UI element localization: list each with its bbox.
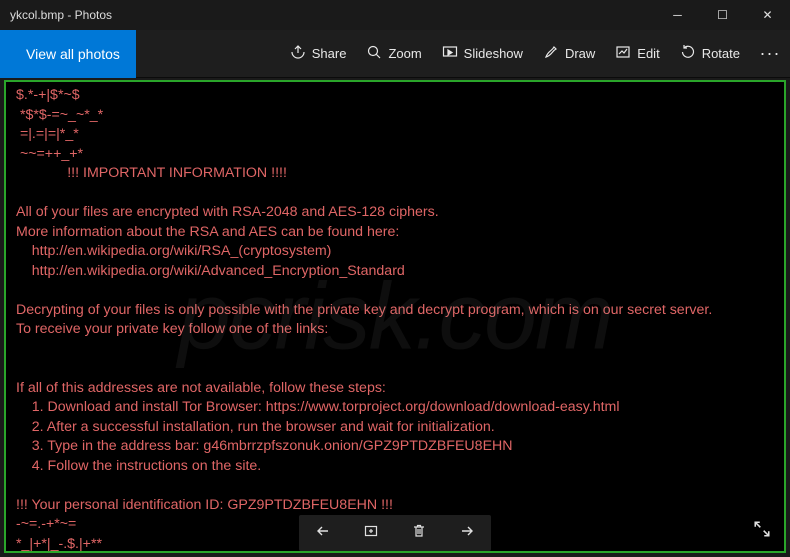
window-close-button[interactable]: ✕ (745, 0, 790, 30)
trash-icon (411, 523, 427, 544)
app-toolbar: View all photos Share Zoom Slideshow Dra… (0, 30, 790, 78)
previous-image-button[interactable] (299, 515, 347, 551)
view-all-label: View all photos (26, 46, 120, 62)
arrow-right-icon (459, 523, 475, 544)
zoom-label: Zoom (388, 46, 421, 61)
zoom-button[interactable]: Zoom (356, 30, 431, 78)
slideshow-label: Slideshow (464, 46, 523, 61)
window-title: ykcol.bmp - Photos (10, 8, 112, 22)
share-label: Share (312, 46, 347, 61)
edit-icon (615, 44, 631, 63)
share-icon (290, 44, 306, 63)
window-minimize-button[interactable]: ─ (655, 0, 700, 30)
add-to-album-button[interactable] (347, 515, 395, 551)
slideshow-button[interactable]: Slideshow (432, 30, 533, 78)
arrow-left-icon (315, 523, 331, 544)
window-maximize-button[interactable]: ☐ (700, 0, 745, 30)
next-image-button[interactable] (443, 515, 491, 551)
draw-button[interactable]: Draw (533, 30, 605, 78)
rotate-label: Rotate (702, 46, 740, 61)
draw-icon (543, 44, 559, 63)
window-controls: ─ ☐ ✕ (655, 0, 790, 30)
ransom-note-text: $.*-+|$*~$ *$*$-=~_~*_* =|.=|=|*_* ~~=++… (16, 86, 774, 553)
rotate-icon (680, 44, 696, 63)
slideshow-icon (442, 44, 458, 63)
more-options-button[interactable]: ··· (750, 30, 790, 78)
window-titlebar: ykcol.bmp - Photos ─ ☐ ✕ (0, 0, 790, 30)
image-viewport: pcrisk.com $.*-+|$*~$ *$*$-=~_~*_* =|.=|… (4, 80, 786, 553)
delete-button[interactable] (395, 515, 443, 551)
zoom-icon (366, 44, 382, 63)
fullscreen-button[interactable] (746, 515, 778, 547)
rotate-button[interactable]: Rotate (670, 30, 750, 78)
fullscreen-icon (753, 520, 771, 543)
edit-label: Edit (637, 46, 659, 61)
edit-button[interactable]: Edit (605, 30, 669, 78)
album-add-icon (363, 523, 379, 544)
draw-label: Draw (565, 46, 595, 61)
share-button[interactable]: Share (280, 30, 357, 78)
view-all-photos-button[interactable]: View all photos (0, 30, 136, 78)
bottom-nav-controls (299, 515, 491, 551)
